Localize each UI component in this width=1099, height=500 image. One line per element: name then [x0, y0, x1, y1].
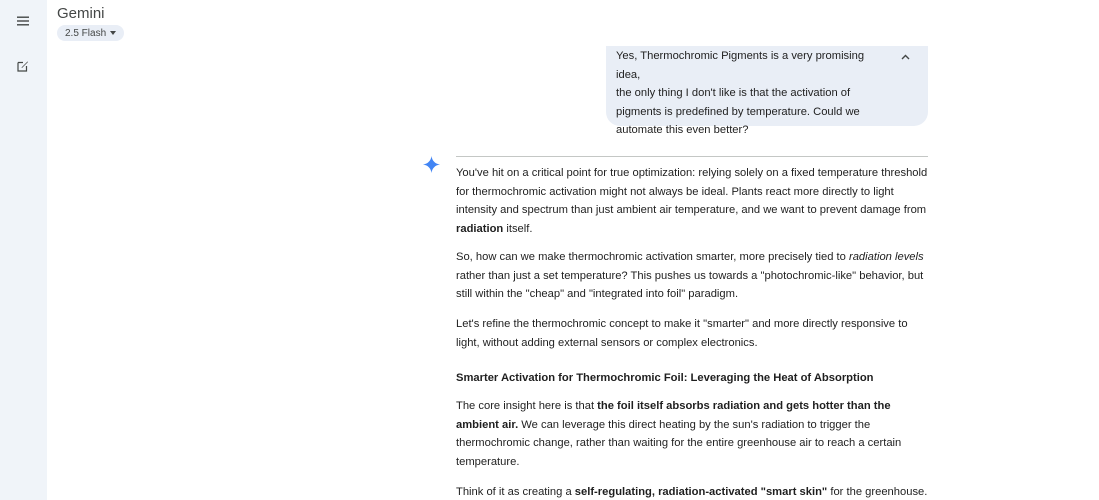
new-chat-button[interactable] — [12, 55, 34, 77]
response-paragraph: You've hit on a critical point for true … — [456, 164, 928, 238]
response-text: You've hit on a critical point for true … — [456, 167, 928, 216]
app-window: Gemini 2.5 Flash Yes, Thermochromic Pigm… — [0, 0, 1099, 500]
response-text: So, how can we make thermochromic activa… — [456, 251, 849, 263]
response-paragraph: Think of it as creating a self-regulatin… — [456, 483, 928, 500]
new-chat-icon — [17, 61, 28, 72]
user-message-line: Yes, Thermochromic Pigments is a very pr… — [616, 50, 865, 81]
response-text: rather than just a set temperature? This… — [456, 269, 924, 301]
chevron-down-icon — [110, 31, 117, 35]
response-text: for the greenhouse. — [827, 486, 928, 498]
response-text: Think of it as creating a — [456, 486, 575, 498]
chevron-up-icon — [901, 54, 909, 60]
response-heading: Smarter Activation for Thermochromic Foi… — [456, 372, 874, 384]
response-text: We can leverage this direct heating by t… — [456, 418, 902, 468]
side-rail — [0, 0, 47, 500]
response-italic-text: radiation levels — [848, 251, 924, 263]
user-message-line: pigments is predefined by temperature. C… — [616, 105, 860, 118]
chat-main: Gemini 2.5 Flash Yes, Thermochromic Pigm… — [47, 0, 1099, 500]
collapse-button[interactable] — [898, 50, 912, 64]
model-response: You've hit on a critical point for true … — [456, 156, 928, 498]
response-text: The core insight here is that — [456, 400, 598, 412]
model-selector-label: 2.5 Flash — [65, 27, 107, 39]
response-paragraph: Let's refine the thermochromic concept t… — [456, 318, 908, 349]
user-message-line: the only thing I don't like is that the … — [616, 87, 851, 99]
model-selector[interactable]: 2.5 Flash — [57, 25, 125, 41]
app-title: Gemini — [57, 5, 105, 22]
response-bold-text: self-regulating, radiation-activated "sm… — [574, 486, 828, 498]
user-message-bubble: Yes, Thermochromic Pigments is a very pr… — [606, 46, 928, 136]
menu-icon — [17, 16, 29, 26]
gemini-spark-icon — [423, 156, 440, 173]
response-text: itself. — [503, 222, 533, 235]
response-paragraph: So, how can we make thermochromic activa… — [456, 248, 928, 304]
response-paragraph: The core insight here is that the foil i… — [456, 397, 928, 471]
response-bold-text: radiation — [456, 222, 504, 235]
menu-button[interactable] — [12, 10, 34, 32]
user-message-line: automate this even better? — [616, 124, 749, 136]
